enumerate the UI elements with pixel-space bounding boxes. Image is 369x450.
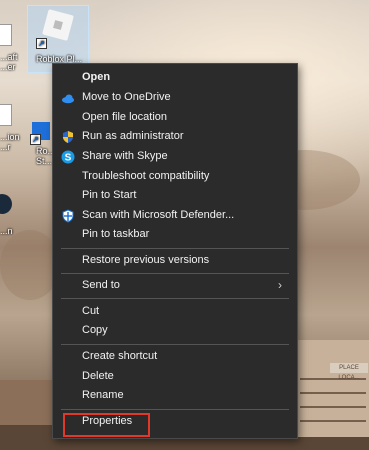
menu-item-label: Delete (82, 370, 114, 382)
menu-item-label: Copy (82, 324, 108, 336)
wallpaper-building (295, 340, 369, 450)
menu-item-create-shortcut[interactable]: Create shortcut (53, 347, 297, 366)
roblox-icon (42, 9, 74, 41)
menu-item-pin-to-taskbar[interactable]: Pin to taskbar (53, 225, 297, 244)
svg-text:S: S (65, 153, 72, 164)
document-icon (0, 24, 12, 46)
defender-icon (61, 209, 75, 223)
desktop-icon-label: ...aft ...er (0, 52, 18, 72)
onedrive-icon (61, 91, 75, 105)
menu-item-copy[interactable]: Copy (53, 321, 297, 340)
menu-separator (61, 344, 289, 345)
menu-item-pin-to-start[interactable]: Pin to Start (53, 186, 297, 205)
desktop-icon-app[interactable]: ...n (0, 190, 14, 246)
desktop-icon-label: ...ion ...r (0, 132, 20, 152)
wallpaper-building (0, 425, 52, 450)
shortcut-arrow-icon: ↗ (36, 38, 47, 49)
menu-item-label: Cut (82, 305, 100, 317)
menu-item-run-as-administrator[interactable]: Run as administrator (53, 127, 297, 146)
menu-item-restore-previous-versions[interactable]: Restore previous versions (53, 251, 297, 270)
desktop-icon-document-1[interactable]: ...aft ...er (0, 20, 18, 80)
menu-item-label: Share with Skype (82, 150, 168, 162)
desktop-icon-document-2[interactable]: ...ion ...r (0, 100, 20, 160)
wallpaper-building-windows (300, 406, 366, 408)
menu-item-label: Create shortcut (82, 350, 158, 362)
menu-separator (61, 298, 289, 299)
desktop-icon-roblox-studio[interactable]: ↗ Ro... St... (30, 122, 55, 166)
wallpaper-sign: PLACE LOCA... (330, 363, 368, 381)
menu-item-move-to-onedrive[interactable]: Move to OneDrive (53, 88, 297, 107)
menu-item-label: Open (82, 71, 111, 83)
menu-item-delete[interactable]: Delete (53, 367, 297, 386)
app-icon (0, 194, 12, 214)
shield-icon (61, 130, 75, 144)
menu-item-label: Pin to taskbar (82, 228, 150, 240)
skype-icon: S (61, 150, 75, 164)
menu-item-open[interactable]: Open (53, 68, 297, 87)
menu-item-label: Open file location (82, 111, 167, 123)
menu-item-share-with-skype[interactable]: S Share with Skype (53, 147, 297, 166)
menu-item-rename[interactable]: Rename (53, 386, 297, 405)
menu-item-label: Run as administrator (82, 130, 184, 142)
menu-item-label: Pin to Start (82, 189, 137, 201)
chevron-right-icon: › (278, 278, 282, 292)
menu-item-label: Send to (82, 279, 120, 291)
menu-item-label: Move to OneDrive (82, 91, 171, 103)
menu-item-cut[interactable]: Cut (53, 302, 297, 321)
highlight-annotation (63, 413, 150, 437)
desktop-icon-label: ...n (0, 226, 13, 236)
menu-item-send-to[interactable]: Send to › (53, 276, 297, 295)
menu-item-label: Restore previous versions (82, 254, 210, 266)
document-icon (0, 104, 12, 126)
menu-separator (61, 409, 289, 410)
wallpaper-building-windows (300, 420, 366, 422)
shortcut-arrow-icon: ↗ (30, 134, 41, 145)
menu-item-open-file-location[interactable]: Open file location (53, 108, 297, 127)
menu-separator (61, 248, 289, 249)
menu-item-troubleshoot-compatibility[interactable]: Troubleshoot compatibility (53, 167, 297, 186)
context-menu: Open Move to OneDrive Open file location… (52, 63, 298, 439)
menu-item-label: Scan with Microsoft Defender... (82, 209, 235, 221)
menu-item-scan-with-defender[interactable]: Scan with Microsoft Defender... (53, 206, 297, 225)
menu-separator (61, 273, 289, 274)
wallpaper-building-windows (300, 392, 366, 394)
menu-item-label: Rename (82, 389, 124, 401)
menu-item-label: Troubleshoot compatibility (82, 170, 210, 182)
